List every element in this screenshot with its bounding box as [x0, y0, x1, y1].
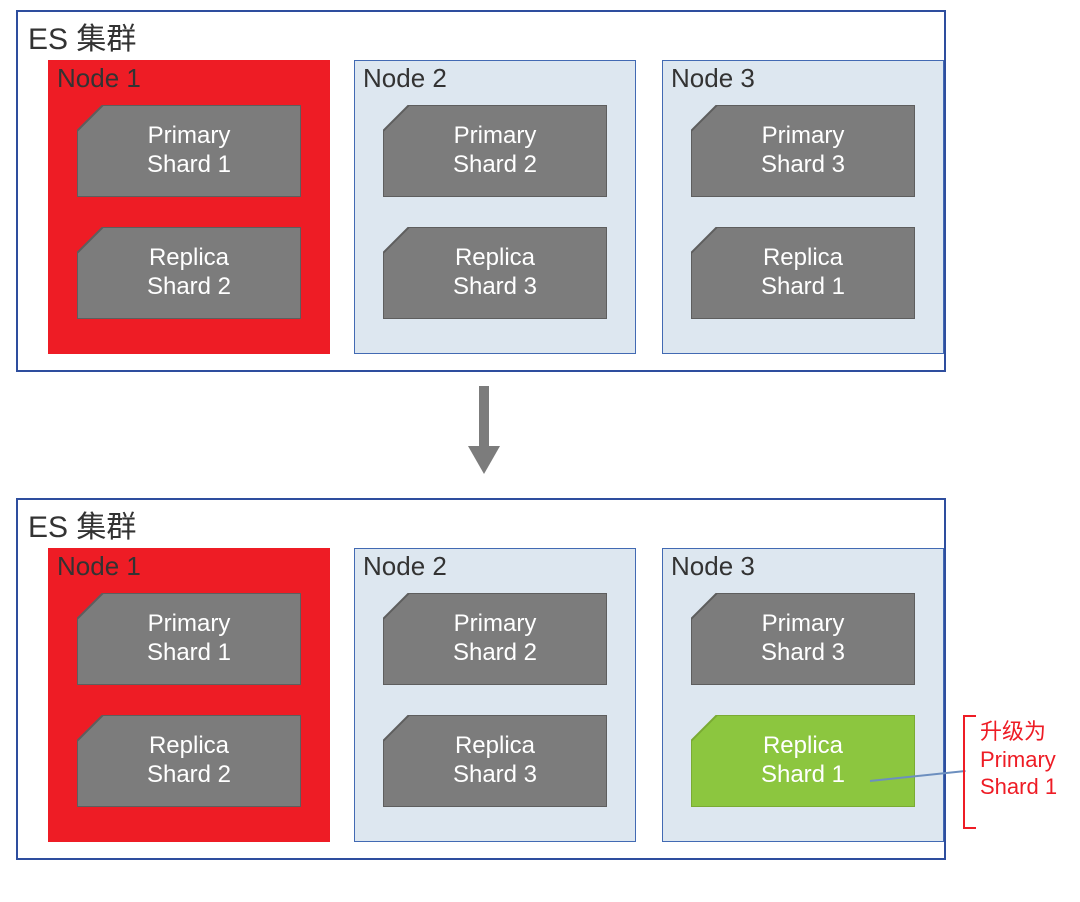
callout-line1: 升级为 — [980, 718, 1057, 746]
cluster-title: ES 集群 — [28, 502, 136, 546]
node-label: Node 3 — [671, 63, 755, 94]
primary-shard-2: Primary Shard 2 — [383, 105, 607, 197]
primary-shard-3: Primary Shard 3 — [691, 593, 915, 685]
shard-line2: Shard 2 — [147, 761, 231, 790]
shard-line2: Shard 1 — [147, 639, 231, 668]
shard-line2: Shard 2 — [453, 639, 537, 668]
replica-shard-3: Replica Shard 3 — [383, 715, 607, 807]
primary-shard-3: Primary Shard 3 — [691, 105, 915, 197]
shard-line1: Primary — [762, 122, 845, 151]
shard-line2: Shard 2 — [453, 151, 537, 180]
primary-shard-1: Primary Shard 1 — [77, 593, 301, 685]
shard-line1: Replica — [455, 244, 535, 273]
node-2: Node 2 Primary Shard 2 Replica Shard 3 — [354, 548, 636, 842]
cluster-after: ES 集群 Node 1 Primary Shard 1 Replica Sha… — [16, 498, 946, 860]
shard-line2: Shard 1 — [761, 761, 845, 790]
node-1: Node 1 Primary Shard 1 Replica Shard 2 — [48, 548, 330, 842]
shard-line1: Replica — [149, 732, 229, 761]
node-3: Node 3 Primary Shard 3 Replica Shard 1 — [662, 548, 944, 842]
replica-shard-1-promoted: Replica Shard 1 — [691, 715, 915, 807]
callout-line3: Shard 1 — [980, 773, 1057, 801]
replica-shard-3: Replica Shard 3 — [383, 227, 607, 319]
shard-line2: Shard 1 — [761, 273, 845, 302]
shard-line1: Primary — [148, 610, 231, 639]
shard-line1: Primary — [454, 122, 537, 151]
replica-shard-1: Replica Shard 1 — [691, 227, 915, 319]
shard-line1: Primary — [148, 122, 231, 151]
replica-shard-2: Replica Shard 2 — [77, 227, 301, 319]
shard-line2: Shard 1 — [147, 151, 231, 180]
node-2: Node 2 Primary Shard 2 Replica Shard 3 — [354, 60, 636, 354]
node-label: Node 2 — [363, 63, 447, 94]
node-label: Node 2 — [363, 551, 447, 582]
callout-line2: Primary — [980, 746, 1057, 774]
shard-line2: Shard 3 — [453, 273, 537, 302]
callout-label: 升级为 Primary Shard 1 — [956, 718, 1066, 824]
primary-shard-2: Primary Shard 2 — [383, 593, 607, 685]
node-label: Node 1 — [57, 551, 141, 582]
shard-line1: Replica — [763, 244, 843, 273]
shard-line1: Primary — [762, 610, 845, 639]
shard-line2: Shard 2 — [147, 273, 231, 302]
primary-shard-1: Primary Shard 1 — [77, 105, 301, 197]
node-1: Node 1 Primary Shard 1 Replica Shard 2 — [48, 60, 330, 354]
shard-line1: Replica — [149, 244, 229, 273]
shard-line2: Shard 3 — [453, 761, 537, 790]
shard-line2: Shard 3 — [761, 151, 845, 180]
node-label: Node 1 — [57, 63, 141, 94]
node-label: Node 3 — [671, 551, 755, 582]
arrow-down-icon — [468, 386, 500, 474]
shard-line2: Shard 3 — [761, 639, 845, 668]
shard-line1: Replica — [763, 732, 843, 761]
replica-shard-2: Replica Shard 2 — [77, 715, 301, 807]
cluster-before: ES 集群 Node 1 Primary Shard 1 Replica Sha… — [16, 10, 946, 372]
shard-line1: Primary — [454, 610, 537, 639]
shard-line1: Replica — [455, 732, 535, 761]
cluster-title: ES 集群 — [28, 14, 136, 58]
node-3: Node 3 Primary Shard 3 Replica Shard 1 — [662, 60, 944, 354]
